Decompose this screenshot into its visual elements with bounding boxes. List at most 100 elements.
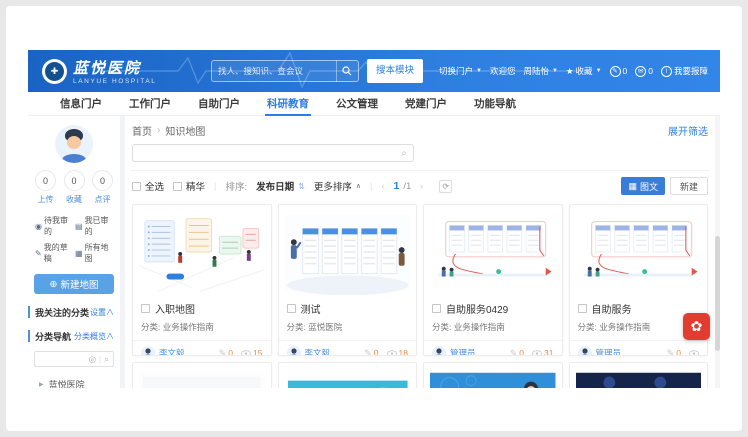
map-card[interactable] [132,362,272,388]
prev-page-button[interactable]: ‹ [381,181,384,191]
card-author[interactable]: 管理员 [596,347,622,356]
tab-info-portal[interactable]: 信息门户 [60,92,102,116]
map-card[interactable]: 自助服务0429 分类: 业务操作指南 管理员 ✎0 31 [423,204,563,356]
refresh-button[interactable]: ⟳ [439,180,452,193]
header-user-area: 切换门户▼ 欢迎您 周陆怡▼ ★收藏▼ ✎0 ✉0 !我要报障 [439,65,708,77]
map-card[interactable]: 测试 分类: 蓝悦医院 李文毅 ✎0 18 [278,204,418,356]
messages-counter[interactable]: ✉0 [635,66,653,77]
edits-counter[interactable]: ✎0 [610,66,628,77]
app-body: 0 上传 0 收藏 0 点评 ◉待我审的 ▤我已审的 ✎我的草稿 ▦所有地图 ⊕… [28,116,720,388]
next-page-button[interactable]: › [420,181,423,191]
map-search-input[interactable] [133,148,401,158]
new-card-button[interactable]: 新建 [670,177,708,195]
category-search-box[interactable]: ◎|⌕ [34,351,114,367]
link-pending-review[interactable]: ◉待我审的 [35,215,75,237]
app-header: ✚ 蓝悦医院 LANYUE HOSPITAL 搜本模块 切换门户▼ 欢迎您 周陆… [28,50,720,92]
select-all-checkbox[interactable]: 全选 [132,179,164,193]
header-search-button[interactable] [336,60,358,82]
chevron-up-icon: ∧ [356,182,361,190]
more-sort-menu[interactable]: 更多排序∧ [314,179,361,193]
card-title[interactable]: 测试 [301,301,321,316]
favorites-menu[interactable]: ★收藏▼ [566,65,602,77]
grid-view-icon: ▦ [628,181,637,192]
breadcrumb: 首页 › 知识地图 [132,123,205,138]
chevron-up-icon: ∧ [106,332,114,341]
card-author[interactable]: 李文毅 [159,347,185,356]
stat-comments[interactable]: 0 点评 [92,170,113,205]
featured-checkbox[interactable]: 精华 [173,179,205,193]
card-author[interactable]: 管理员 [450,347,476,356]
card-thumbnail[interactable] [139,369,265,388]
stat-favorites[interactable]: 0 收藏 [64,170,85,205]
tab-research-education[interactable]: 科研教育 [267,92,309,116]
user-stats: 0 上传 0 收藏 0 点评 [28,170,120,205]
expand-filter-link[interactable]: 展开筛选 [668,123,708,138]
flower-icon: ✿ [691,318,703,335]
view-toggle-button[interactable]: ▦图文 [621,177,665,195]
grid-icon: ▦ [75,249,83,258]
card-title[interactable]: 自助服务0429 [446,301,508,316]
category-overview-link[interactable]: 分类概览∧ [74,331,114,342]
edit-count: ✎0 [667,348,681,357]
portal-nav: 信息门户 工作门户 自助门户 科研教育 公文管理 党建门户 功能导航 [28,92,720,116]
card-checkbox[interactable] [287,304,296,313]
card-thumbnail[interactable] [285,211,411,295]
tab-party-portal[interactable]: 党建门户 [405,92,447,116]
tree-item-hospital[interactable]: ▶蓝悦医院 [39,378,116,388]
stat-uploads[interactable]: 0 上传 [35,170,56,205]
map-card[interactable]: 入职地图 分类: 业务操作指南 李文毅 ✎0 15 [132,204,272,356]
document-icon: ▤ [75,222,83,231]
new-map-button[interactable]: ⊕新建地图 [34,274,114,294]
map-card[interactable] [423,362,563,388]
pencil-icon: ✎ [610,66,621,77]
user-avatar[interactable] [55,125,93,163]
username-menu[interactable]: 周陆怡▼ [523,65,557,77]
switch-portal-menu[interactable]: 切换门户▼ [439,65,482,77]
sort-by-date[interactable]: 发布日期⇅ [256,179,305,193]
header-search-box [211,60,359,82]
card-checkbox[interactable] [141,304,150,313]
search-module-button[interactable]: 搜本模块 [367,59,423,83]
card-checkbox[interactable] [432,304,441,313]
settings-link[interactable]: 设置∧ [90,307,114,318]
link-reviewed[interactable]: ▤我已审的 [75,215,115,237]
edit-count: ✎0 [510,348,524,357]
card-thumbnail[interactable] [285,369,411,388]
view-count: 31 [532,348,553,356]
report-issue-button[interactable]: !我要报障 [661,65,708,77]
card-checkbox[interactable] [578,304,587,313]
card-title[interactable]: 入职地图 [155,301,195,316]
card-author[interactable]: 李文毅 [305,347,331,356]
sort-label: 排序: [226,179,248,193]
link-my-drafts[interactable]: ✎我的草稿 [35,242,75,264]
view-count [689,350,699,357]
hospital-logo: ✚ 蓝悦医院 LANYUE HOSPITAL [42,57,156,85]
tab-document-mgmt[interactable]: 公文管理 [336,92,378,116]
card-title[interactable]: 自助服务 [592,301,632,316]
tab-work-portal[interactable]: 工作门户 [129,92,171,116]
card-thumbnail[interactable] [576,211,702,295]
customer-service-widget[interactable]: ✿ [683,313,710,340]
portal-app-window: ✚ 蓝悦医院 LANYUE HOSPITAL 搜本模块 切换门户▼ 欢迎您 周陆… [28,50,720,388]
alert-icon: ! [661,66,672,77]
tab-selfservice-portal[interactable]: 自助门户 [198,92,240,116]
card-thumbnail[interactable] [430,211,556,295]
breadcrumb-home[interactable]: 首页 [132,123,152,138]
card-thumbnail[interactable] [139,211,265,295]
card-category: 分类: 业务操作指南 [424,316,562,341]
tab-function-nav[interactable]: 功能导航 [474,92,516,116]
card-thumbnail[interactable] [430,369,556,388]
search-icon[interactable]: ⌕ [401,148,413,159]
filter-toolbar: 全选 精华 | 排序: 发布日期⇅ 更多排序∧ | ‹ 1/1 › ⟳ ▦图文 … [130,170,710,202]
header-search-input[interactable] [212,66,336,76]
sort-arrows-icon: ⇅ [298,182,305,191]
pencil-icon: ✎ [510,348,518,357]
link-all-maps[interactable]: ▦所有地图 [75,242,115,264]
scrollbar-track[interactable] [715,116,720,388]
map-card[interactable] [278,362,418,388]
card-thumbnail[interactable] [576,369,702,388]
map-card[interactable] [569,362,709,388]
map-search-box: ⌕ [132,144,414,162]
scrollbar-thumb[interactable] [715,236,720,351]
view-count: 18 [387,348,408,356]
